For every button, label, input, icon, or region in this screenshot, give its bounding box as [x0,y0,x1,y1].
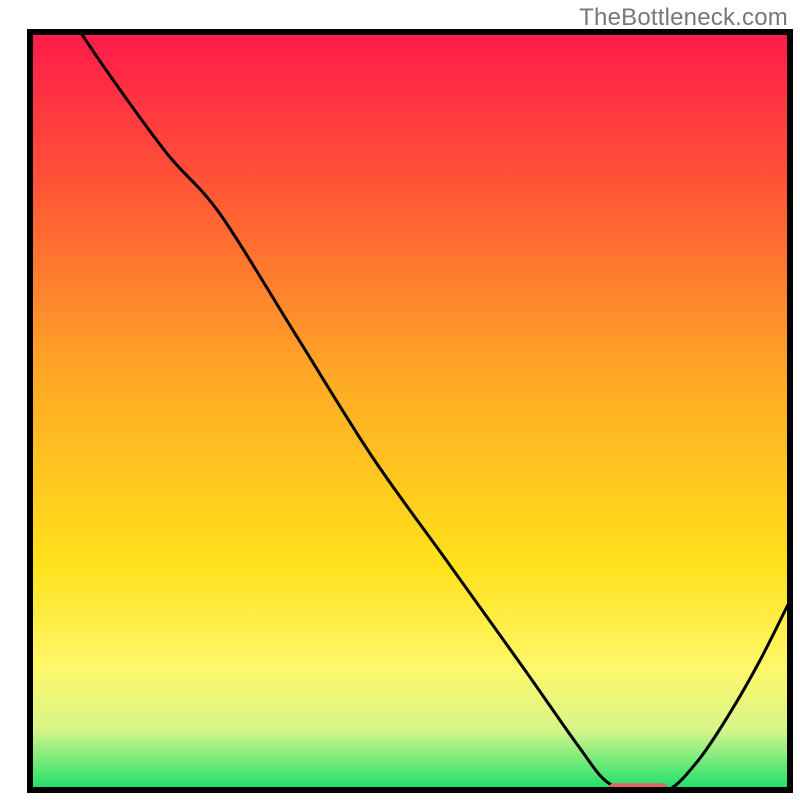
gradient-background [30,32,790,790]
chart-canvas [0,0,800,800]
plot-area [30,2,790,797]
bottleneck-chart: TheBottleneck.com [0,0,800,800]
attribution-label: TheBottleneck.com [579,4,788,32]
